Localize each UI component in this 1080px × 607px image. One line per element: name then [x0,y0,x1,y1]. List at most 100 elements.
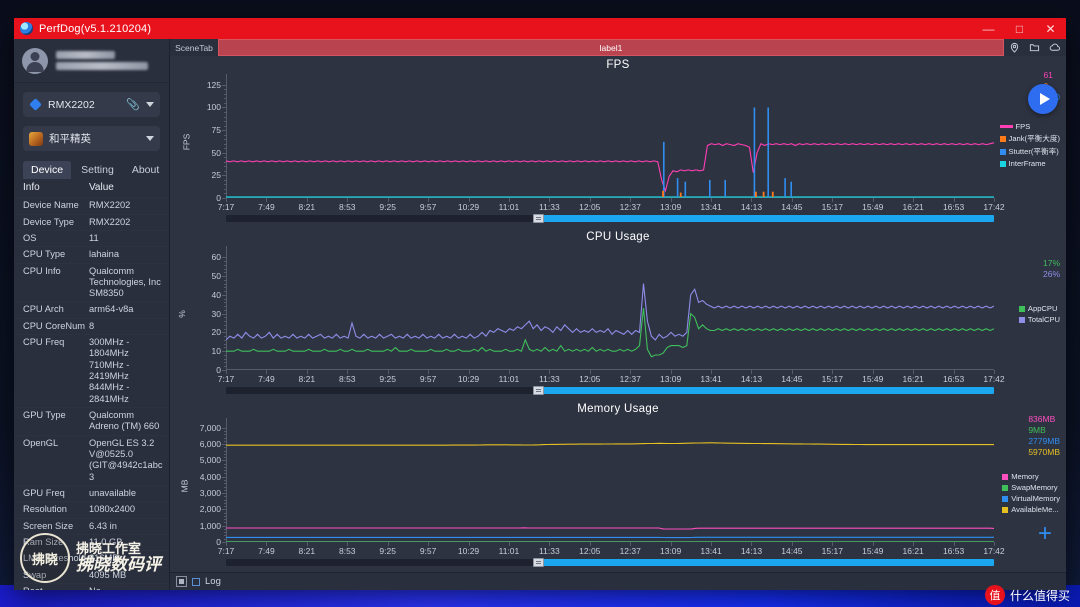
memory-readouts: 836MB 9MB 2779MB 5970MB [1028,414,1060,457]
maximize-button[interactable]: □ [1004,18,1035,39]
legend-item[interactable]: Stutter(平衡率) [999,146,1060,157]
game-app-icon [29,131,43,146]
plot-area[interactable]: 0 1,000 2,000 3,000 4,000 5,000 6,000 7,000 7:17… [200,418,1005,556]
minimize-button[interactable]: — [973,18,1004,39]
cloud-icon[interactable] [1049,42,1061,53]
x-tick-label: 16:21 [902,546,924,556]
add-chart-button[interactable]: + [1038,522,1052,546]
x-tick-mark [387,198,389,202]
x-tick-mark [266,198,268,202]
x-tick-mark [226,370,227,374]
tool-icons [1004,39,1066,56]
x-tick-mark [306,542,308,546]
table-row: Device Name RMX2202 [14,198,169,215]
row-value: unavailable [89,488,137,499]
row-value: lahaina [89,249,119,260]
x-tick-mark [751,542,753,546]
legend-item[interactable]: FPS [999,122,1060,131]
x-tick-mark [791,542,793,546]
y-tick-label: 4,000 [199,471,221,482]
x-tick-mark [549,370,551,374]
x-tick-mark [994,370,995,374]
memory-scrollbar[interactable] [226,558,994,567]
close-button[interactable]: ✕ [1035,18,1066,39]
x-tick-label: 11:01 [498,546,520,556]
x-tick-mark [670,198,672,202]
row-value: 11 [89,232,99,243]
legend-item[interactable]: TotalCPU [1018,315,1060,324]
plot-area[interactable]: 0 25 50 75 100 125 7:17 7:49 8:21 8:53 9:25 9:57 10:… [207,74,1005,212]
x-tick-label: 7:49 [258,546,275,556]
device-select[interactable]: RMX2202 📎 [23,92,160,117]
x-tick-label: 9:57 [419,374,437,384]
legend-swatch [999,125,1013,128]
chevron-down-icon[interactable] [146,102,154,107]
chart-cpu: CPU Usage % 0 10 20 30 40 50 60 7:17 7:49 8:21 8:5… [170,228,1066,400]
readout-value: 61 [1043,70,1053,80]
scene-tab[interactable]: SceneTab [170,39,218,56]
fps-scrollbar[interactable] [226,214,994,223]
tab-device[interactable]: Device [23,161,72,179]
legend-item[interactable]: AppCPU [1018,304,1060,313]
scene-label[interactable]: label1 [218,39,1004,56]
legend-item[interactable]: InterFrame [999,159,1060,168]
cpu-scrollbar[interactable] [226,386,994,395]
legend-label: VirtualMemory [1011,494,1060,503]
app-select[interactable]: 和平精英 [23,126,160,151]
location-icon[interactable] [1009,42,1020,53]
legend-swatch [999,160,1006,167]
table-row: Device Type RMX2202 [14,215,169,231]
legend-label: SwapMemory [1011,483,1058,492]
chevron-down-icon[interactable] [146,136,154,141]
legend-item[interactable]: Jank(平衡大度) [999,133,1060,144]
status-bar: Log [170,572,1066,590]
log-checkbox[interactable] [192,577,200,586]
title-bar: PerfDog(v5.1.210204) — □ ✕ [14,18,1066,39]
x-tick-mark [872,542,874,546]
folder-icon[interactable] [1029,42,1040,53]
legend-swatch [1002,484,1009,491]
legend-item[interactable]: VirtualMemory [1002,494,1060,503]
plot-area[interactable]: 0 10 20 30 40 50 60 7:17 7:49 8:21 8:53 9:25 9:57 10:… [212,246,1005,384]
table-row: CPU Freq 300MHz - 1804MHz 710MHz - 2419MH… [14,335,169,409]
series-line [226,142,994,193]
x-tick-label: 9:25 [379,374,396,384]
paperclip-icon[interactable]: 📎 [126,98,140,111]
header-info: Info [23,182,40,193]
x-tick-mark [347,370,349,374]
x-tick-mark [508,370,510,374]
legend-swatch [1018,316,1025,323]
x-tick-label: 10:29 [457,202,480,212]
row-key: OS [23,232,37,243]
x-tick-label: 13:09 [659,374,682,384]
y-tick-label: 75 [211,125,221,136]
x-tick-mark [226,542,227,546]
y-axis-label: FPS [181,133,192,151]
x-tick-mark [428,370,430,374]
x-tick-mark [872,198,874,202]
tab-about[interactable]: About [124,161,167,179]
x-tick-mark [832,198,834,202]
x-tick-mark [751,198,753,202]
play-button[interactable] [1028,84,1058,114]
account-row[interactable] [14,39,169,83]
y-tick-label: 40 [211,289,221,300]
legend-item[interactable]: AvailableMe... [1002,505,1060,514]
x-tick-label: 11:01 [498,374,520,384]
legend-item[interactable]: Memory [1002,472,1060,481]
table-row: CPU Arch arm64-v8a [14,302,169,319]
x-tick-mark [387,370,389,374]
row-key: CPU Arch [23,304,64,315]
screenshot-icon[interactable] [176,576,187,587]
legend-item[interactable]: SwapMemory [1002,483,1060,492]
legend-label: Memory [1011,472,1039,481]
x-tick-label: 8:53 [338,374,356,384]
x-tick-label: 13:41 [700,202,722,212]
x-tick-mark [347,542,349,546]
x-tick-label: 8:21 [298,202,316,212]
tab-setting[interactable]: Setting [73,161,122,179]
row-value: 1080x2400 [89,504,136,515]
x-tick-mark [306,370,308,374]
x-tick-mark [711,542,713,546]
chart-title: CPU Usage [586,231,650,243]
